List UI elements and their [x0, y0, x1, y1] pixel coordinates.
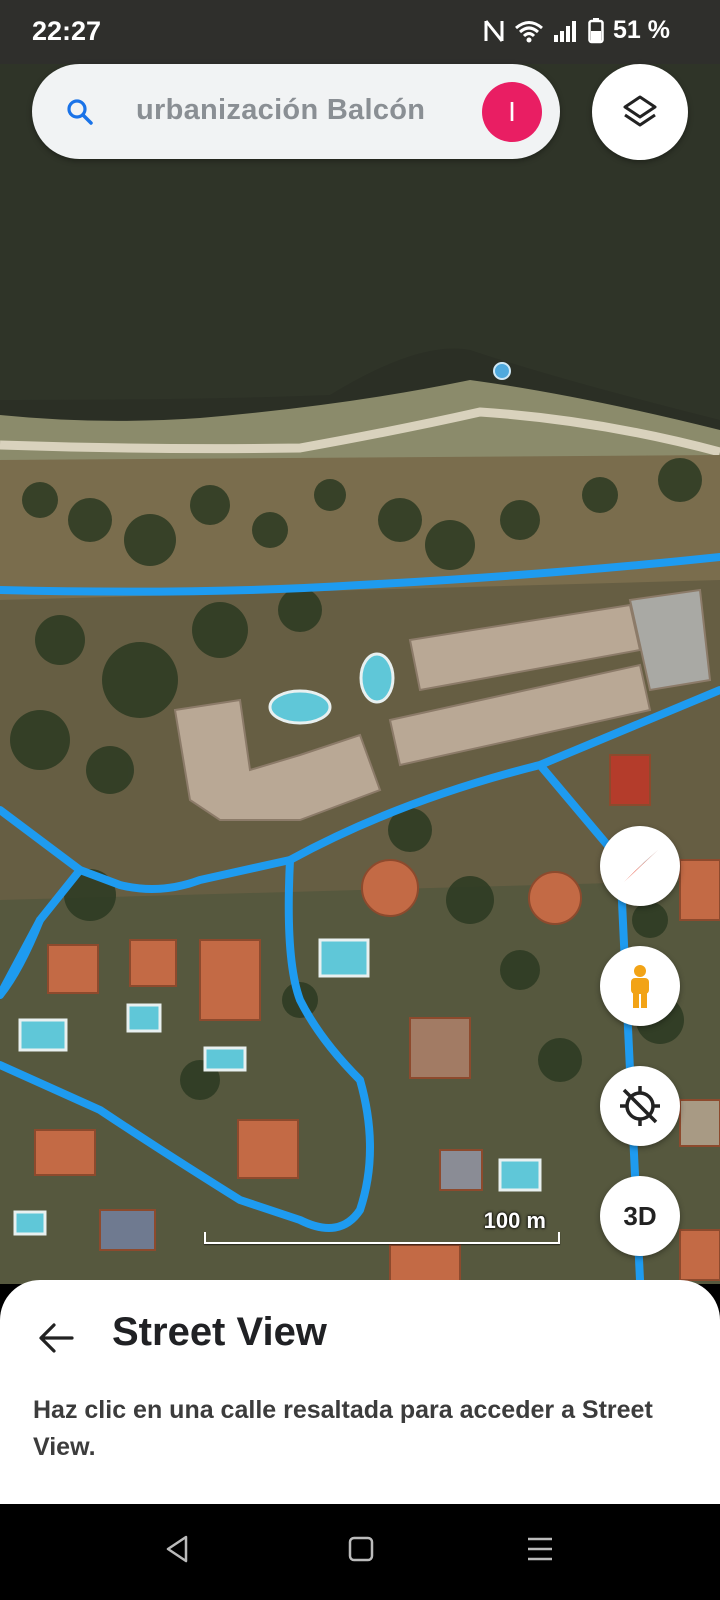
layers-button[interactable] — [592, 64, 688, 160]
map-scale: 100 m — [204, 1208, 560, 1244]
nav-back-icon[interactable] — [164, 1534, 190, 1564]
3d-button[interactable]: 3D — [600, 1176, 680, 1256]
satellite-map[interactable]: 3D — [0, 64, 720, 1284]
nav-home-icon[interactable] — [348, 1534, 374, 1564]
battery-percent: 51 % — [613, 16, 670, 44]
scale-label: 100 m — [483, 1208, 546, 1233]
compass-icon — [624, 850, 658, 882]
layers-icon — [623, 95, 657, 127]
system-nav-bar — [0, 1504, 720, 1600]
sheet-title: Street View — [112, 1310, 327, 1354]
status-time: 22:27 — [32, 16, 102, 46]
signal-icon — [553, 19, 579, 43]
nfc-icon — [483, 18, 505, 44]
status-bar: 22:27 51 % — [0, 0, 720, 64]
search-bar[interactable]: urbanización Balcón I — [32, 64, 560, 159]
compass-button[interactable] — [600, 826, 680, 906]
search-input[interactable]: urbanización Balcón — [136, 94, 481, 127]
nav-menu-icon[interactable] — [526, 1534, 554, 1564]
pegman-button[interactable] — [600, 946, 680, 1026]
my-location-button[interactable] — [600, 1066, 680, 1146]
battery-icon — [588, 17, 604, 44]
sheet-description: Haz clic en una calle resaltada para acc… — [33, 1396, 653, 1461]
scale-bar — [204, 1232, 560, 1244]
status-icons: 51 % — [483, 16, 670, 45]
pegman-icon — [631, 965, 649, 1008]
location-off-icon — [620, 1086, 660, 1126]
avatar[interactable]: I — [482, 82, 542, 142]
search-icon — [67, 99, 93, 125]
street-view-sheet: Street View Haz clic en una calle resalt… — [0, 1280, 720, 1505]
wifi-icon — [514, 19, 544, 43]
back-arrow-icon[interactable] — [38, 1320, 74, 1356]
